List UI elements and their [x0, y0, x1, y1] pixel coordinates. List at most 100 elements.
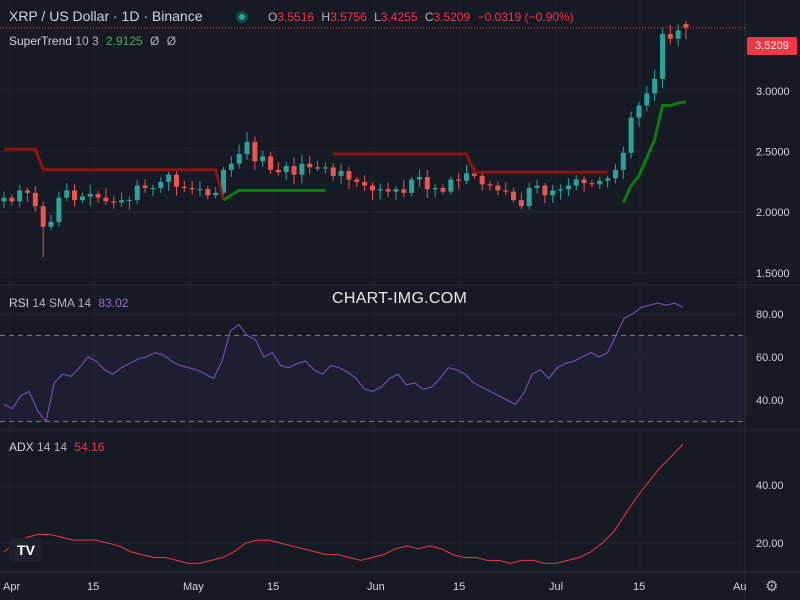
- candle-body: [181, 186, 187, 188]
- candle-body: [448, 179, 454, 192]
- candle-body: [354, 179, 360, 182]
- candle-body: [573, 179, 579, 186]
- candle-body: [565, 185, 571, 190]
- candle-body: [299, 163, 305, 175]
- candle-body: [79, 196, 85, 201]
- supertrend-params: 10 3: [75, 34, 99, 48]
- hidden-value-icon: Ø: [150, 34, 160, 48]
- candle-body: [589, 183, 595, 185]
- candle-body: [605, 178, 611, 181]
- tradingview-logo-icon[interactable]: TV: [9, 538, 43, 562]
- candle-body: [236, 154, 242, 164]
- market-status-icon[interactable]: [236, 11, 248, 23]
- candle-body: [338, 171, 344, 176]
- time-axis-tick: Jun: [367, 581, 385, 593]
- candle-body: [142, 185, 148, 188]
- candle-body: [432, 187, 438, 190]
- adx-params: 14 14: [37, 440, 68, 454]
- candle-body: [652, 78, 658, 94]
- rsi-axis-tick: 60.00: [756, 352, 784, 364]
- candle-body: [126, 200, 132, 202]
- candle-body: [346, 171, 352, 180]
- candle-body: [32, 192, 38, 207]
- candle-body: [518, 200, 524, 207]
- candle-body: [495, 185, 501, 191]
- supertrend-label: SuperTrend: [9, 34, 72, 48]
- price-axis-tick: 2.5000: [756, 147, 790, 159]
- candle-body: [424, 177, 430, 190]
- price-axis-tick: 2.0000: [756, 207, 790, 219]
- gear-icon[interactable]: ⚙: [765, 577, 778, 595]
- candle-body: [64, 190, 70, 198]
- rsi-band: [0, 335, 745, 422]
- candle-body: [252, 141, 258, 162]
- legend-header: XRP / US Dollar · 1D · Binance: [9, 8, 202, 24]
- candle-body: [244, 141, 250, 155]
- time-axis-tick: Apr: [3, 581, 20, 593]
- hidden-value-icon: Ø: [166, 34, 177, 48]
- price-axis-tick: 1.5000: [756, 268, 790, 280]
- candle-body: [260, 156, 266, 162]
- candle-body: [456, 179, 462, 181]
- candle-body: [307, 163, 313, 168]
- candle-body: [283, 166, 289, 173]
- change-value: −0.0319 (−0.90%): [477, 10, 574, 24]
- candle-body: [213, 192, 219, 196]
- time-axis-tick: May: [183, 581, 204, 593]
- rsi-axis-tick: 80.00: [756, 309, 784, 321]
- candle-body: [659, 33, 665, 79]
- candle-body: [291, 166, 297, 175]
- low-value: 3.4255: [380, 10, 418, 24]
- candle-body: [150, 187, 156, 189]
- candle-body: [166, 174, 172, 182]
- candle-body: [683, 24, 689, 28]
- time-axis-tick: 15: [633, 581, 645, 593]
- time-axis-tick: Au: [733, 581, 746, 593]
- candle-body: [644, 93, 650, 106]
- candle-body: [628, 117, 634, 153]
- time-axis-tick: 15: [267, 581, 279, 593]
- candle-body: [550, 190, 556, 196]
- candle-body: [503, 190, 509, 192]
- candle-body: [205, 189, 211, 196]
- candle-body: [440, 187, 446, 192]
- chart-root: 1.5000 2.0000 2.5000 3.0000 Apr 15 May 15 Jun 15 J…: [0, 0, 800, 600]
- candle-body: [612, 169, 618, 179]
- candle-body: [667, 33, 673, 39]
- candle-body: [534, 185, 540, 188]
- candle-body: [9, 197, 15, 202]
- candle-body: [48, 221, 54, 227]
- rsi-legend[interactable]: RSI 14 SMA 14 83.02: [9, 296, 128, 310]
- adx-value: 54.16: [74, 440, 105, 454]
- candle-body: [197, 189, 203, 191]
- candle-body: [134, 185, 140, 201]
- price-axis-tick: 3.0000: [756, 86, 790, 98]
- time-axis-tick: 15: [87, 581, 99, 593]
- candle-body: [542, 185, 548, 196]
- candle-body: [479, 175, 485, 185]
- candle-body: [597, 180, 603, 185]
- time-axis-tick: Jul: [549, 581, 563, 593]
- adx-line: [3, 443, 684, 564]
- symbol-title[interactable]: XRP / US Dollar · 1D · Binance: [9, 8, 202, 24]
- candle-body: [675, 30, 681, 39]
- adx-axis-tick: 40.00: [756, 480, 784, 492]
- supertrend-legend[interactable]: SuperTrend 10 3 2.9125 Ø Ø: [9, 34, 176, 48]
- adx-label: ADX: [9, 440, 34, 454]
- adx-legend[interactable]: ADX 14 14 54.16: [9, 440, 104, 454]
- candle-body: [487, 184, 493, 186]
- candle-body: [322, 167, 328, 169]
- candle-body: [56, 197, 62, 222]
- candle-body: [158, 181, 164, 188]
- adx-axis-tick: 20.00: [756, 538, 784, 550]
- candle-body: [87, 194, 93, 197]
- candle-body: [103, 197, 109, 202]
- candle-body: [189, 187, 195, 190]
- candle-body: [228, 163, 234, 170]
- candle-body: [377, 189, 383, 191]
- candle-body: [416, 177, 422, 180]
- candle-body: [40, 206, 46, 227]
- supertrend-value: 2.9125: [105, 34, 143, 48]
- candle-body: [581, 179, 587, 184]
- candle-body: [25, 190, 31, 193]
